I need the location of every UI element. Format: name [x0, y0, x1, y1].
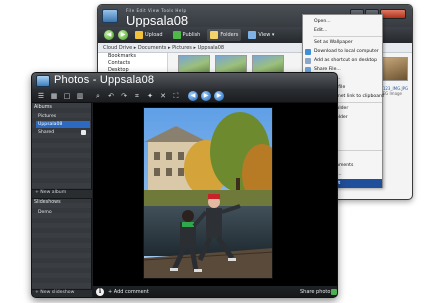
- publish-label: Publish: [182, 32, 201, 38]
- file-meta: ...123_IMG.JPG JPEG Image: [379, 86, 412, 96]
- new-slideshow-button[interactable]: + New slideshow: [35, 290, 74, 295]
- photos-toolbar: ☰ ▦ □ ▥ ⌕ ↶ ↷ ⌗ ✦ ✕ ⛶ ◀ ▶ ▶: [32, 89, 337, 103]
- upload-button[interactable]: Upload: [132, 29, 166, 41]
- sidebar-item-label: Shared: [38, 130, 55, 135]
- file-type: JPEG Image: [379, 91, 403, 96]
- filmstrip-icon[interactable]: ▥: [76, 92, 84, 100]
- albums-header: Albums: [34, 105, 52, 110]
- view-button[interactable]: View ▾: [245, 29, 277, 41]
- photo-image: [144, 108, 272, 278]
- menu-label: Add as shortcut on desktop: [314, 58, 378, 63]
- upload-label: Upload: [145, 32, 163, 38]
- share-photo-icon[interactable]: [331, 289, 337, 295]
- photos-sidebar: Albums Pictures Uppsala08 Shared + New a…: [32, 103, 92, 297]
- slideshows-header: Slideshows: [34, 200, 61, 205]
- tree-item[interactable]: Bookmarks: [108, 53, 167, 60]
- single-view-icon[interactable]: □: [63, 92, 71, 100]
- explorer-title: Uppsala08: [126, 13, 189, 28]
- sidebar-item-pictures[interactable]: Pictures: [36, 113, 90, 120]
- sidebar-item-label: Demo: [38, 210, 52, 215]
- info-icon[interactable]: i: [96, 288, 104, 296]
- menu-label: Edit...: [314, 28, 328, 33]
- photo-thumbnail[interactable]: [382, 57, 408, 81]
- photos-title: Photos - Uppsala08: [54, 74, 155, 86]
- menu-item-open[interactable]: Open...: [303, 17, 382, 26]
- menu-item-edit[interactable]: Edit...: [303, 26, 382, 35]
- folders-button[interactable]: Folders: [207, 29, 242, 41]
- publish-button[interactable]: Publish: [170, 29, 204, 41]
- fullscreen-icon[interactable]: ⛶: [172, 92, 180, 100]
- menu-item-wallpaper[interactable]: Set as Wallpaper: [303, 38, 382, 47]
- tree-item[interactable]: Contacts: [108, 60, 167, 67]
- app-icon: [102, 9, 118, 23]
- forward-icon[interactable]: ▶: [118, 30, 128, 40]
- sidebar-item-uppsala08[interactable]: Uppsala08: [36, 121, 90, 128]
- add-comment-button[interactable]: + Add comment: [108, 289, 149, 295]
- sidebar-item-demo[interactable]: Demo: [36, 209, 90, 216]
- enhance-icon[interactable]: ✦: [146, 92, 154, 100]
- photos-window: Photos - Uppsala08 ☰ ▦ □ ▥ ⌕ ↶ ↷ ⌗ ✦ ✕ ⛶…: [31, 72, 338, 298]
- rotate-right-icon[interactable]: ↷: [120, 92, 128, 100]
- view-label: View ▾: [258, 32, 275, 38]
- back-icon[interactable]: ◀: [104, 30, 114, 40]
- shortcut-icon: [305, 57, 311, 64]
- folder-icon: [210, 31, 219, 39]
- menu-item-shortcut[interactable]: Add as shortcut on desktop: [303, 56, 382, 65]
- rotate-left-icon[interactable]: ↶: [107, 92, 115, 100]
- sidebar-item-label: Pictures: [38, 114, 57, 119]
- grid-view-icon[interactable]: ▦: [50, 92, 58, 100]
- slideshow-play-icon[interactable]: ▶: [201, 91, 211, 101]
- folders-label: Folders: [220, 32, 239, 38]
- menu-label: Set as Wallpaper: [314, 40, 353, 45]
- photos-statusbar: i + Add comment Share photo: [93, 286, 337, 297]
- new-album-button[interactable]: + New album: [35, 190, 66, 195]
- zoom-icon[interactable]: ⌕: [94, 92, 102, 100]
- menu-label: Download to local computer: [314, 49, 379, 54]
- crop-icon[interactable]: ⌗: [133, 92, 141, 100]
- menu-icon[interactable]: ☰: [37, 92, 45, 100]
- sidebar-item-label: Uppsala08: [38, 122, 63, 127]
- main-photo[interactable]: [143, 107, 273, 279]
- previous-icon[interactable]: ◀: [188, 91, 198, 101]
- share-photo-label[interactable]: Share photo: [300, 289, 330, 295]
- download-icon: [305, 48, 311, 55]
- publish-icon: [172, 31, 181, 39]
- menu-divider: [313, 36, 382, 37]
- menu-item-download[interactable]: Download to local computer: [303, 47, 382, 56]
- close-button[interactable]: [380, 9, 406, 19]
- menu-label: Open...: [314, 19, 331, 24]
- upload-icon: [135, 31, 143, 39]
- delete-icon[interactable]: ✕: [159, 92, 167, 100]
- add-comment-label: Add comment: [113, 289, 149, 295]
- view-icon: [248, 31, 257, 39]
- photos-app-icon: [36, 75, 50, 87]
- share-icon: [81, 130, 86, 135]
- next-icon[interactable]: ▶: [214, 91, 224, 101]
